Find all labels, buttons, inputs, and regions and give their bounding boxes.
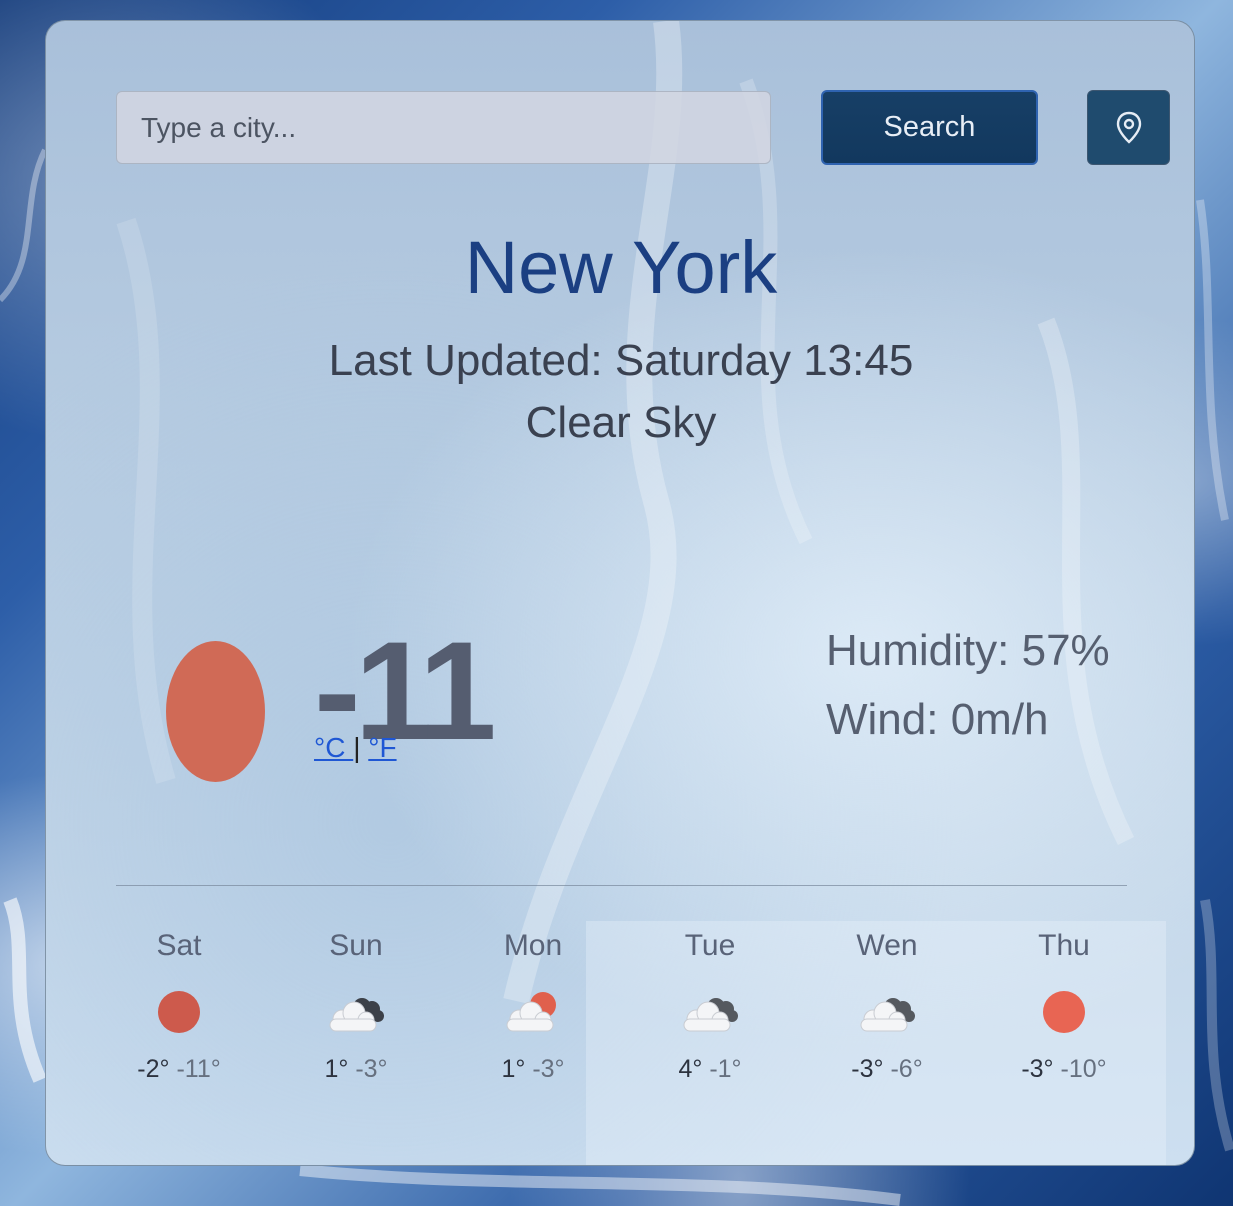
fahrenheit-link[interactable]: °F [368, 732, 396, 763]
forecast-day: Wen -3° -6° [797, 931, 977, 1082]
forecast-min-temp: -11° [176, 1055, 221, 1083]
forecast-temps: -3° -10° [974, 1057, 1154, 1082]
cloud-icon [324, 989, 388, 1035]
forecast-day-name: Mon [503, 929, 563, 962]
last-updated-text: Last Updated: Saturday 13:45 [328, 336, 914, 385]
forecast-day: Thu -3° -10° [974, 931, 1154, 1082]
forecast-max-temp: -2° [137, 1055, 170, 1083]
forecast-min-temp: -1° [709, 1055, 742, 1083]
wind-text: Wind: 0m/h [826, 695, 1049, 744]
forecast-min-temp: -3° [532, 1055, 565, 1083]
forecast-day: Sun 1° -3° [266, 931, 446, 1082]
forecast-day: Tue 4° -1° [620, 931, 800, 1082]
divider [116, 885, 1127, 886]
weather-details: Humidity: 57% Wind: 0m/h [826, 629, 1110, 767]
forecast-temps: -2° -11° [89, 1057, 269, 1082]
weather-card: Search New York Last Updated: Saturday 1… [45, 20, 1195, 1166]
city-search-input[interactable] [116, 91, 771, 164]
partly-cloudy-icon [501, 989, 565, 1035]
forecast-day-name: Sun [329, 929, 383, 962]
forecast-max-temp: 1° [501, 1055, 526, 1083]
forecast-temps: 1° -3° [266, 1057, 446, 1082]
weather-description: Clear Sky [525, 398, 717, 447]
unit-toggle: °C | °F [314, 734, 397, 762]
sun-icon [147, 989, 211, 1035]
forecast-max-temp: -3° [851, 1055, 884, 1083]
forecast-day: Mon 1° -3° [443, 931, 623, 1082]
forecast-temps: 1° -3° [443, 1057, 623, 1082]
location-pin-icon [1116, 111, 1141, 144]
cloud-icon [855, 989, 919, 1035]
forecast-min-temp: -3° [355, 1055, 388, 1083]
forecast-min-temp: -6° [890, 1055, 923, 1083]
forecast-min-temp: -10° [1060, 1055, 1107, 1083]
forecast-temps: 4° -1° [620, 1057, 800, 1082]
sun-icon [166, 641, 265, 782]
city-name: New York [464, 226, 778, 309]
forecast-day: Sat -2° -11° [89, 931, 269, 1082]
forecast-temps: -3° -6° [797, 1057, 977, 1082]
forecast-day-name: Wen [856, 929, 918, 962]
search-button[interactable]: Search [821, 90, 1038, 165]
current-location-button[interactable] [1087, 90, 1170, 165]
forecast-max-temp: 1° [324, 1055, 349, 1083]
forecast-max-temp: 4° [678, 1055, 703, 1083]
forecast-day-name: Tue [684, 929, 736, 962]
forecast-row: Sat -2° -11° Sun 1° -3° Mon 1° -3° Tue 4… [91, 931, 1151, 1111]
forecast-day-name: Thu [1038, 929, 1090, 962]
unit-separator: | [353, 732, 361, 763]
forecast-day-name: Sat [156, 929, 202, 962]
forecast-max-temp: -3° [1021, 1055, 1054, 1083]
cloud-icon [678, 989, 742, 1035]
celsius-link[interactable]: °C [314, 732, 353, 763]
sun-icon [1032, 989, 1096, 1035]
humidity-text: Humidity: 57% [826, 626, 1110, 675]
